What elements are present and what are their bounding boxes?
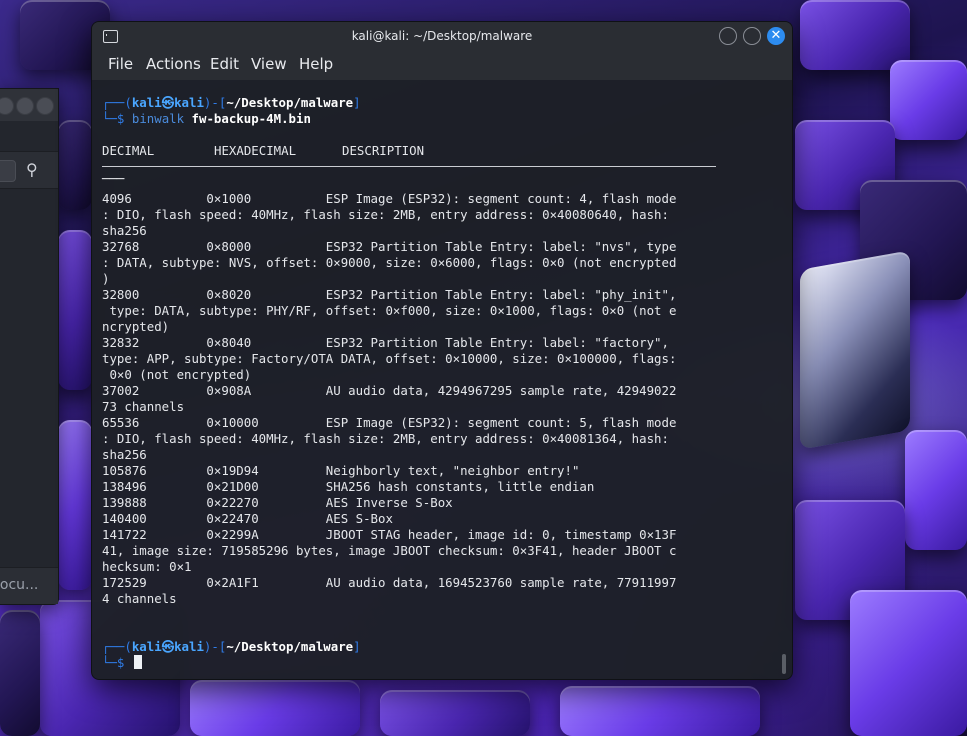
output-line: sha256: [102, 223, 147, 238]
window-title: kali@kali: ~/Desktop/malware: [351, 29, 533, 43]
prompt-user: kali: [131, 95, 162, 110]
prompt-line-top: ┌──(kali㉿kali)-[~/Desktop/malware]: [102, 95, 361, 110]
wallpaper-cube: [800, 0, 910, 70]
footer-text: locu...: [0, 577, 39, 593]
output-line: 73 channels: [102, 399, 185, 414]
wallpaper-cube: [560, 686, 760, 736]
wallpaper-cube: [190, 680, 360, 736]
command-line: └─$ binwalk fw-backup-4M.bin: [102, 111, 311, 126]
background-window[interactable]: ⚲ locu...: [0, 88, 59, 605]
scrollbar[interactable]: [782, 654, 786, 674]
header-hexadecimal: HEXADECIMAL: [214, 143, 297, 158]
wallpaper-cube: [58, 420, 92, 590]
header-separator: [102, 166, 716, 167]
output-line: 4096 0×1000 ESP Image (ESP32): segment c…: [102, 191, 677, 206]
output-line: ncrypted): [102, 319, 170, 334]
prompt-host: kali: [174, 639, 204, 654]
close-button[interactable]: ✕: [767, 27, 785, 45]
output-line: 0×0 (not encrypted): [102, 367, 252, 382]
output-line: : DIO, flash speed: 40MHz, flash size: 2…: [102, 431, 669, 446]
terminal-titlebar[interactable]: kali@kali: ~/Desktop/malware ✕: [92, 22, 792, 52]
wallpaper-cube: [58, 120, 92, 210]
window-control-icon[interactable]: [16, 97, 34, 115]
output-line: ): [102, 271, 110, 286]
prompt-user: kali: [131, 639, 162, 654]
menu-actions[interactable]: Actions: [144, 54, 203, 74]
wallpaper-cube: [890, 60, 967, 140]
header-decimal: DECIMAL: [102, 143, 155, 158]
wallpaper-cube: [850, 590, 967, 736]
prompt-host: kali: [174, 95, 204, 110]
terminal-window[interactable]: kali@kali: ~/Desktop/malware ✕ File Acti…: [91, 21, 793, 680]
output-header: DECIMAL HEXADECIMAL DESCRIPTION: [102, 143, 424, 159]
wallpaper-cube: [380, 690, 530, 736]
command-argument: fw-backup-4M.bin: [191, 111, 311, 126]
separator-tail: ───: [102, 171, 125, 186]
output-line: 32832 0×8040 ESP32 Partition Table Entry…: [102, 335, 669, 350]
terminal-output[interactable]: ┌──(kali㉿kali)-[~/Desktop/malware] └─$ b…: [92, 80, 792, 679]
output-line: 138496 0×21D00 SHA256 hash constants, li…: [102, 479, 595, 494]
command-name: binwalk: [131, 111, 185, 126]
minimize-button[interactable]: [719, 27, 737, 45]
output-line: type: APP, subtype: Factory/OTA DATA, of…: [102, 351, 677, 366]
wallpaper-cube: [905, 430, 967, 550]
output-line: sha256: [102, 447, 147, 462]
output-line: : DATA, subtype: NVS, offset: 0×9000, si…: [102, 255, 677, 270]
menu-view[interactable]: View: [249, 54, 289, 74]
output-line: : DIO, flash speed: 40MHz, flash size: 2…: [102, 207, 669, 222]
prompt-path: ~/Desktop/malware: [226, 95, 354, 110]
prompt-path: ~/Desktop/malware: [226, 639, 354, 654]
wallpaper-cube: [0, 610, 40, 736]
output-line: 105876 0×19D94 Neighborly text, "neighbo…: [102, 463, 580, 478]
text-cursor: [134, 655, 142, 669]
background-window-toolbar: ⚲: [0, 151, 58, 189]
output-line: 32768 0×8000 ESP32 Partition Table Entry…: [102, 239, 677, 254]
output-line: 141722 0×2299A JBOOT STAG header, image …: [102, 527, 677, 542]
menu-file[interactable]: File: [106, 54, 135, 74]
search-icon[interactable]: ⚲: [26, 161, 38, 179]
output-line: type: DATA, subtype: PHY/RF, offset: 0×f…: [102, 303, 677, 318]
output-line: 4 channels: [102, 591, 177, 606]
background-window-footer: locu...: [0, 567, 58, 604]
wallpaper-cube: [800, 250, 910, 450]
output-line: 32800 0×8020 ESP32 Partition Table Entry…: [102, 287, 677, 302]
menu-help[interactable]: Help: [297, 54, 335, 74]
output-line: 172529 0×2A1F1 AU audio data, 1694523760…: [102, 575, 677, 590]
output-line: 37002 0×908A AU audio data, 4294967295 s…: [102, 383, 677, 398]
window-control-icon[interactable]: [36, 97, 54, 115]
output-line: hecksum: 0×1: [102, 559, 192, 574]
menu-bar: File Actions Edit View Help: [92, 52, 792, 80]
command-line: └─$: [102, 655, 125, 670]
prompt-line-top: ┌──(kali㉿kali)-[~/Desktop/malware]: [102, 639, 361, 654]
output-line: 41, image size: 719585296 bytes, image J…: [102, 543, 677, 558]
output-line: 65536 0×10000 ESP Image (ESP32): segment…: [102, 415, 677, 430]
output-line: 140400 0×22470 AES S-Box: [102, 511, 393, 526]
output-line: 139888 0×22270 AES Inverse S-Box: [102, 495, 453, 510]
wallpaper-cube: [58, 230, 92, 390]
toolbar-button[interactable]: [0, 160, 16, 182]
menu-edit[interactable]: Edit: [208, 54, 241, 74]
maximize-button[interactable]: [743, 27, 761, 45]
header-description: DESCRIPTION: [342, 143, 425, 158]
